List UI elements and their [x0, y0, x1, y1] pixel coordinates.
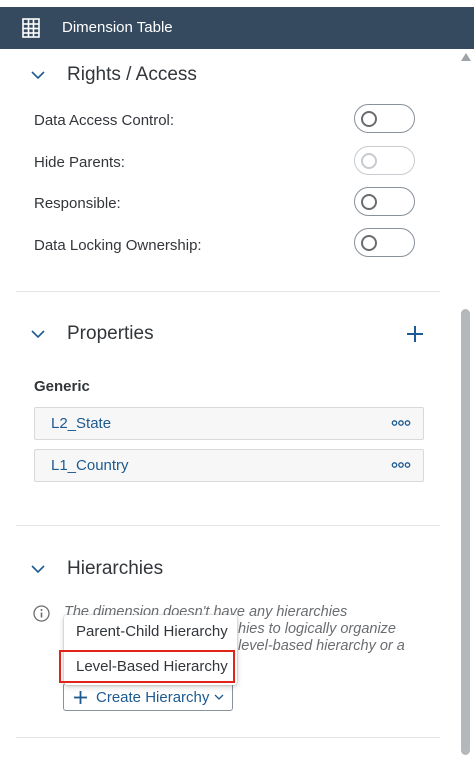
row-label-responsible: Responsible:	[34, 195, 121, 212]
chevron-down-icon	[214, 694, 224, 700]
row-label-data-access-control: Data Access Control:	[34, 112, 175, 129]
chevron-down-icon[interactable]	[31, 329, 45, 339]
create-hierarchy-button[interactable]: Create Hierarchy	[63, 683, 233, 711]
overflow-icon[interactable]	[391, 418, 411, 428]
section-title-hierarchies: Hierarchies	[67, 558, 164, 579]
section-title-rights-access: Rights / Access	[67, 64, 197, 85]
section-divider	[16, 737, 440, 738]
property-item-l2-state[interactable]: L2_State	[34, 407, 424, 440]
toggle-knob	[361, 111, 377, 127]
data-access-control-toggle[interactable]	[354, 104, 415, 133]
properties-header[interactable]: Properties	[0, 319, 455, 351]
chevron-down-icon[interactable]	[31, 70, 45, 80]
hierarchies-header[interactable]: Hierarchies	[0, 554, 455, 586]
menu-item-level-based-hierarchy[interactable]: Level-Based Hierarchy	[59, 650, 235, 683]
plus-icon	[74, 691, 87, 704]
dialog-title: Dimension Table	[62, 19, 173, 36]
rights-access-header[interactable]: Rights / Access	[0, 60, 455, 92]
section-title-properties: Properties	[67, 323, 154, 344]
overflow-icon[interactable]	[391, 460, 411, 470]
responsible-toggle[interactable]	[354, 187, 415, 216]
menu-item-parent-child-hierarchy[interactable]: Parent-Child Hierarchy	[64, 615, 237, 648]
table-icon	[22, 18, 40, 38]
top-strip	[0, 0, 474, 7]
row-label-hide-parents: Hide Parents:	[34, 154, 125, 171]
section-divider	[16, 291, 440, 292]
toggle-knob	[361, 194, 377, 210]
hierarchies-info-line-2: hies to logically organize	[238, 621, 396, 637]
hide-parents-toggle[interactable]	[354, 146, 415, 175]
property-group-label: Generic	[34, 378, 90, 395]
section-divider	[16, 525, 440, 526]
scroll-up-arrow-icon[interactable]	[461, 53, 471, 61]
toggle-knob	[361, 153, 377, 169]
menu-item-label: Parent-Child Hierarchy	[76, 623, 228, 640]
property-item-l1-country[interactable]: L1_Country	[34, 449, 424, 482]
chevron-down-icon[interactable]	[31, 564, 45, 574]
property-name[interactable]: L2_State	[51, 415, 111, 432]
plus-icon[interactable]	[404, 323, 426, 345]
property-name[interactable]: L1_Country	[51, 457, 129, 474]
data-locking-ownership-toggle[interactable]	[354, 228, 415, 257]
dialog-header: Dimension Table	[0, 7, 474, 49]
scrollbar-thumb[interactable]	[461, 309, 470, 755]
menu-item-label: Level-Based Hierarchy	[76, 658, 228, 675]
toggle-knob	[361, 235, 377, 251]
info-icon	[33, 605, 50, 622]
row-label-data-locking-ownership: Data Locking Ownership:	[34, 237, 202, 254]
hierarchies-info-line-3: level-based hierarchy or a	[238, 638, 405, 654]
create-hierarchy-label: Create Hierarchy	[96, 689, 210, 706]
